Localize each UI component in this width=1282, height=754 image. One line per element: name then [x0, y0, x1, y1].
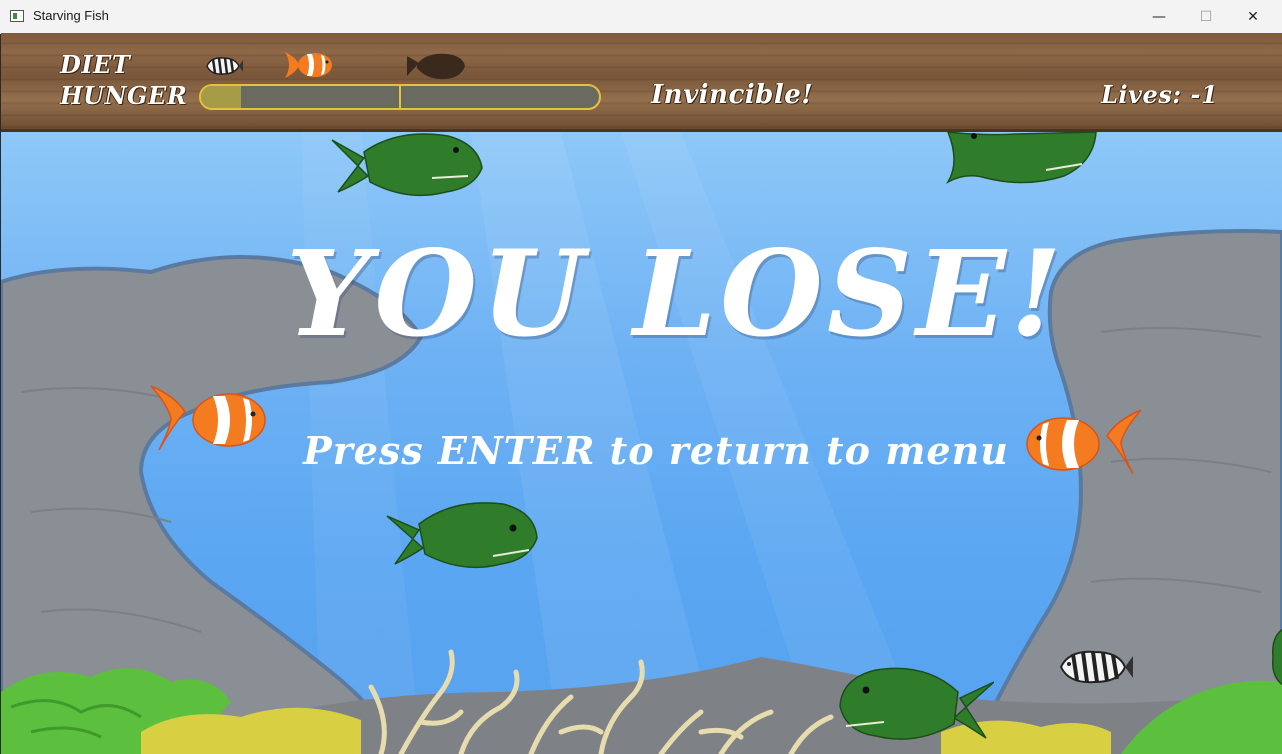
striped-fish: [1059, 650, 1133, 684]
piranha-middle: [386, 502, 538, 569]
hud-panel: DIET HUNGER Invincible! Lives: -1: [1, 33, 1282, 132]
diet-label: DIET: [60, 50, 131, 79]
return-to-menu-prompt: Press ENTER to return to menu: [303, 428, 1009, 473]
piranha-top-right: [946, 132, 1097, 184]
hunger-meter-marker: [399, 86, 401, 108]
game-scene: YOU LOSE! Press ENTER to return to menu: [1, 132, 1282, 754]
maximize-button[interactable]: ☐: [1183, 0, 1229, 33]
window-titlebar: Starving Fish — ☐ ✕: [0, 0, 1282, 34]
piranha-edge-right: [1271, 628, 1282, 686]
clownfish-left: [150, 385, 266, 451]
piranha-bottom: [839, 667, 994, 740]
minimize-button[interactable]: —: [1136, 0, 1182, 33]
lives-counter: Lives: -1: [1101, 80, 1219, 109]
hunger-meter: [199, 84, 601, 110]
dark-fish-silhouette-icon: [407, 53, 465, 80]
game-over-headline: YOU LOSE!: [286, 224, 1066, 363]
clownfish-icon: [285, 52, 332, 78]
status-text: Invincible!: [651, 80, 814, 110]
piranha-top-left: [331, 133, 483, 197]
hunger-label: HUNGER: [60, 81, 188, 110]
striped-fish-icon: [206, 57, 243, 75]
close-button[interactable]: ✕: [1230, 0, 1276, 33]
hunger-meter-fill: [201, 86, 241, 108]
app-icon: [10, 10, 24, 22]
window-title: Starving Fish: [33, 8, 109, 23]
